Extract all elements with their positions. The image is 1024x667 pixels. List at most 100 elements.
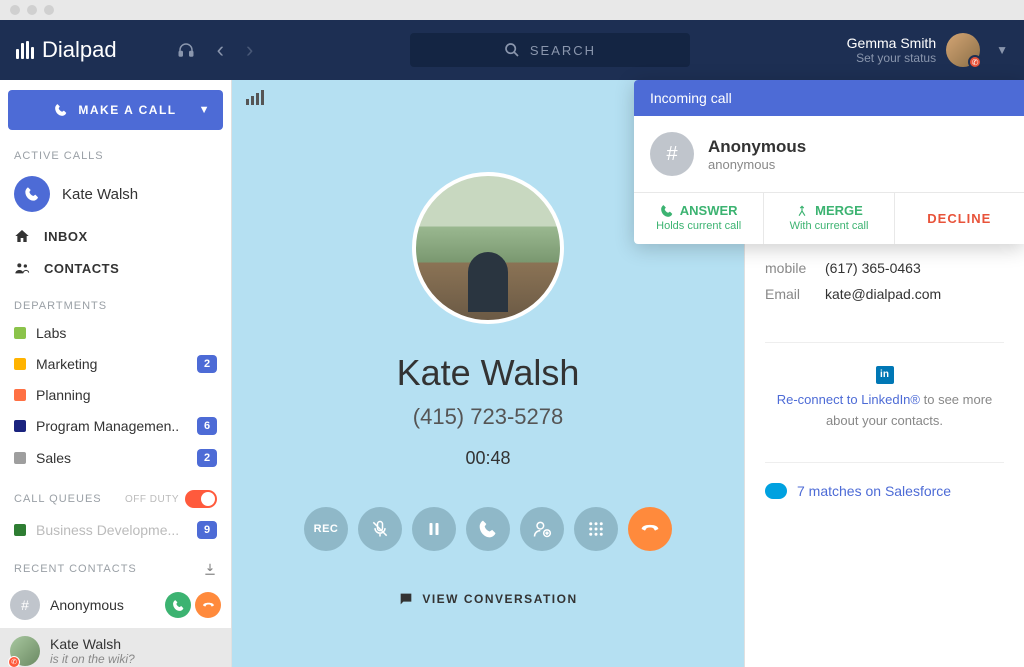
transfer-button[interactable] [466,507,510,551]
hangup-button[interactable] [628,507,672,551]
salesforce-row[interactable]: 7 matches on Salesforce [765,462,1004,499]
download-icon[interactable] [203,562,217,576]
popup-body: # Anonymous anonymous [634,116,1024,192]
active-call-item[interactable]: Kate Walsh [0,168,231,220]
nav-contacts-label: CONTACTS [44,261,119,276]
contact-avatar: ✆ [10,636,40,666]
top-header: Dialpad ‹ › SEARCH Gemma Smith Set your … [0,20,1024,80]
dept-item-program-management[interactable]: Program Managemen.. 6 [0,410,231,442]
home-icon [14,228,32,244]
traffic-light-close[interactable] [10,5,20,15]
answer-icon[interactable] [165,592,191,618]
dept-item-labs[interactable]: Labs [0,318,231,348]
recent-actions [165,592,221,618]
user-status: Set your status [847,51,936,65]
phone-badge-icon: ✆ [968,55,982,69]
dept-name: Marketing [36,356,187,372]
popup-actions: ANSWER Holds current call MERGE With cur… [634,192,1024,244]
decline-icon[interactable] [195,592,221,618]
color-swatch [14,389,26,401]
color-swatch [14,327,26,339]
hash-avatar-icon: # [650,132,694,176]
hold-button[interactable] [412,507,456,551]
recent-item-anonymous[interactable]: # Anonymous [0,582,231,628]
color-swatch [14,420,26,432]
linkedin-link[interactable]: Re-connect to LinkedIn® [777,392,920,407]
nav-inbox[interactable]: INBOX [0,220,231,252]
decline-button[interactable]: DECLINE [895,193,1024,244]
user-menu[interactable]: Gemma Smith Set your status ✆ ▼ [847,33,1008,67]
dialpad-button[interactable] [574,507,618,551]
call-controls: REC [304,507,672,551]
make-call-button[interactable]: MAKE A CALL ▼ [8,90,223,130]
section-recent-contacts: RECENT CONTACTS [0,556,231,582]
person-add-icon [532,519,552,539]
count-badge: 2 [197,355,217,373]
contacts-icon [14,260,32,276]
linkedin-box: in Re-connect to LinkedIn® to see more a… [765,342,1004,432]
view-conversation-label: VIEW CONVERSATION [422,592,577,606]
view-conversation-button[interactable]: VIEW CONVERSATION [398,591,577,607]
count-badge: 6 [197,417,217,435]
sidebar: MAKE A CALL ▼ ACTIVE CALLS Kate Walsh IN… [0,80,232,667]
caller-photo [412,172,564,324]
call-duration: 00:48 [465,448,510,469]
incoming-name: Anonymous [708,137,806,157]
incoming-call-popup: Incoming call # Anonymous anonymous ANSW… [634,80,1024,244]
phone-icon [14,176,50,212]
incoming-sub: anonymous [708,157,806,172]
nav-contacts[interactable]: CONTACTS [0,252,231,284]
merge-button[interactable]: MERGE With current call [764,193,894,244]
recent-contacts-label: RECENT CONTACTS [14,563,137,575]
hangup-icon [640,519,660,539]
phone-icon [54,103,68,117]
dept-item-sales[interactable]: Sales 2 [0,442,231,474]
off-duty-toggle[interactable] [185,490,217,508]
info-row-email: Email kate@dialpad.com [765,286,1004,302]
merge-icon [795,204,809,218]
nav-forward-icon[interactable]: › [246,37,253,63]
chat-icon [398,591,414,607]
brand-name: Dialpad [42,37,117,63]
popup-header: Incoming call [634,80,1024,116]
salesforce-link: 7 matches on Salesforce [797,483,951,499]
mute-button[interactable] [358,507,402,551]
recent-name: Kate Walsh [50,636,221,652]
linkedin-icon: in [876,366,894,384]
answer-button[interactable]: ANSWER Holds current call [634,193,764,244]
nav-back-icon[interactable]: ‹ [217,37,224,63]
info-row-mobile: mobile (617) 365-0463 [765,260,1004,276]
dept-item-marketing[interactable]: Marketing 2 [0,348,231,380]
headset-icon[interactable] [177,41,195,59]
recent-item-kate-walsh[interactable]: ✆ Kate Walsh is it on the wiki? [0,628,231,667]
brand-icon [16,41,34,59]
traffic-light-minimize[interactable] [27,5,37,15]
call-queues-label: CALL QUEUES [14,493,102,505]
queue-item-business-dev[interactable]: Business Developme... 9 [0,514,231,546]
section-departments: DEPARTMENTS [0,294,231,318]
search-input[interactable]: SEARCH [410,33,690,67]
caller-phone: (415) 723-5278 [413,404,563,430]
answer-label: ANSWER [680,203,738,218]
keypad-icon [587,520,605,538]
record-button[interactable]: REC [304,507,348,551]
mic-off-icon [370,519,390,539]
window-chrome [0,0,1024,20]
signal-icon [246,90,264,105]
dept-item-planning[interactable]: Planning [0,380,231,410]
hash-avatar-icon: # [10,590,40,620]
email-label: Email [765,286,825,302]
search-icon [504,42,520,58]
salesforce-icon [765,483,787,499]
active-call-name: Kate Walsh [62,186,138,203]
email-value[interactable]: kate@dialpad.com [825,286,941,302]
queue-name: Business Developme... [36,522,187,538]
section-call-queues: CALL QUEUES OFF DUTY [0,484,231,514]
decline-label: DECLINE [927,211,991,226]
mobile-value[interactable]: (617) 365-0463 [825,260,921,276]
user-name: Gemma Smith [847,35,936,51]
make-call-label: MAKE A CALL [78,103,176,117]
add-participant-button[interactable] [520,507,564,551]
traffic-light-zoom[interactable] [44,5,54,15]
color-swatch [14,358,26,370]
